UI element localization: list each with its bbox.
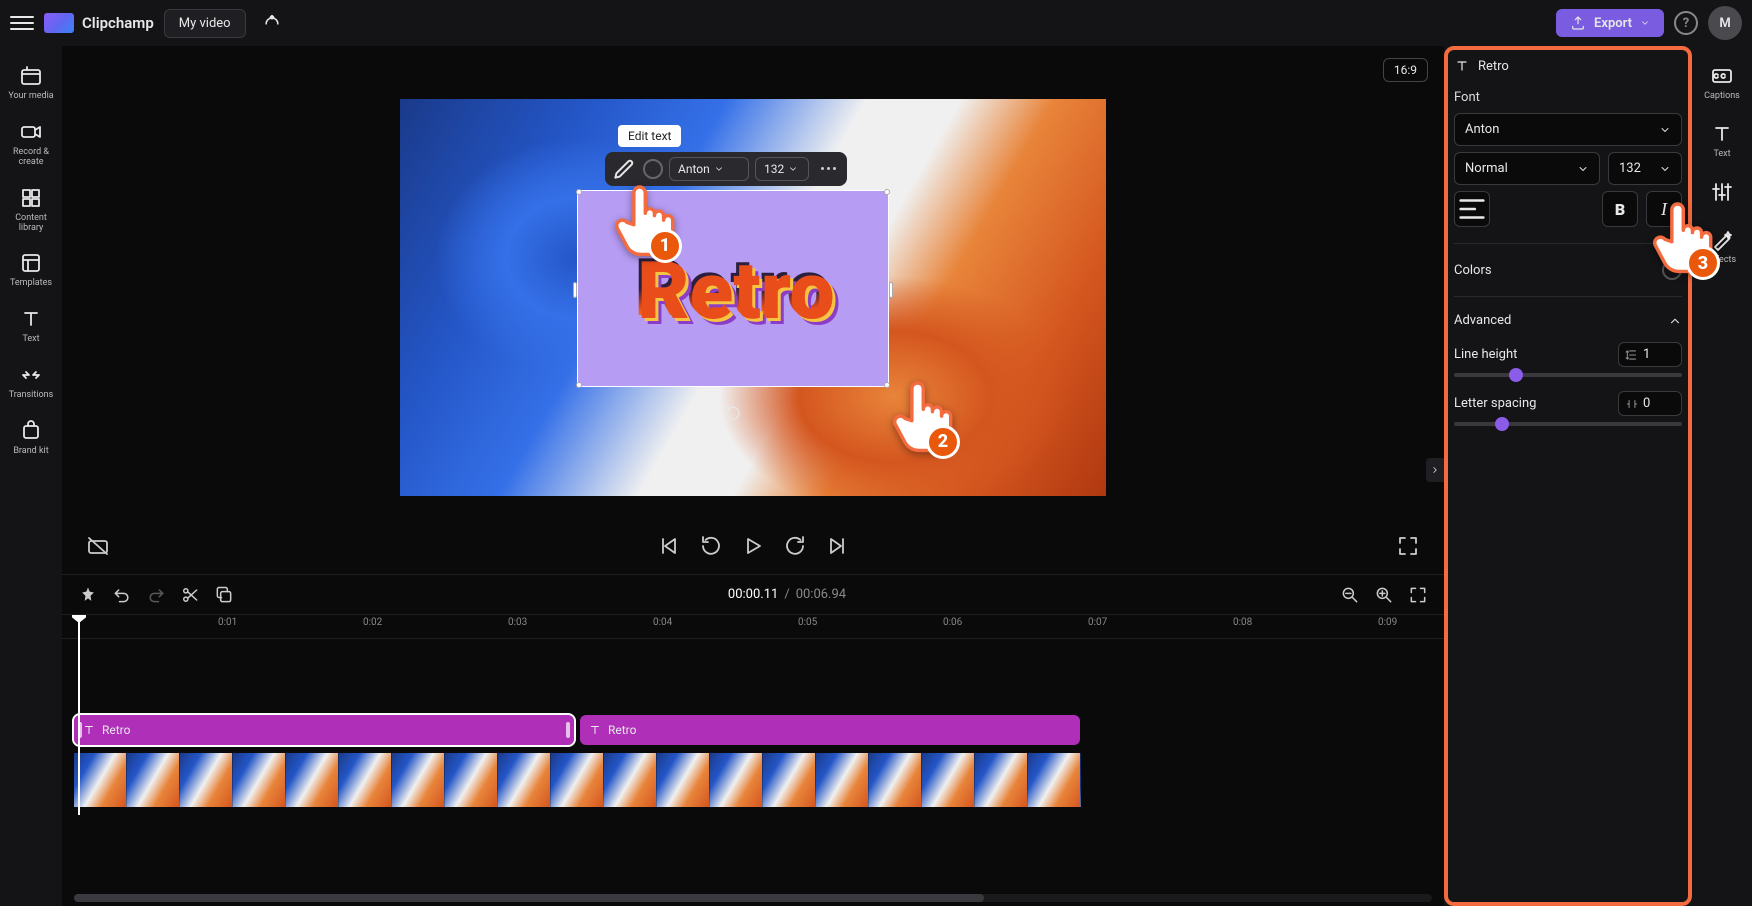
tutorial-hand-1: 1 <box>608 179 678 259</box>
letter-spacing-input[interactable]: 0 <box>1618 391 1682 416</box>
font-size-select[interactable]: 132 <box>1608 152 1682 185</box>
font-weight-select[interactable]: Normal <box>1454 152 1600 185</box>
aspect-ratio-button[interactable]: 16:9 <box>1383 58 1428 82</box>
current-time: 00:00.11 <box>728 587 778 602</box>
more-options-button[interactable] <box>815 156 841 182</box>
left-sidebar: Your media Record & create Content libra… <box>0 46 62 906</box>
resize-handle-tr[interactable] <box>884 189 890 195</box>
resize-handle-tl[interactable] <box>576 189 582 195</box>
font-size-dropdown[interactable]: 132 <box>755 157 809 181</box>
preview-canvas[interactable]: Edit text Anton 132 Retro <box>400 99 1106 496</box>
brand-name: Clipchamp <box>82 14 154 32</box>
line-height-input[interactable]: 1 <box>1618 342 1682 367</box>
letter-spacing-label: Letter spacing <box>1454 396 1536 411</box>
line-height-icon <box>1625 348 1639 362</box>
sidebar-item-captions[interactable]: Captions <box>1692 58 1752 108</box>
export-button[interactable]: Export <box>1556 9 1664 37</box>
sidebar-item-text[interactable]: Text <box>0 301 62 351</box>
forward-button[interactable] <box>783 534 807 558</box>
zoom-in-button[interactable] <box>1374 585 1394 605</box>
menu-button[interactable] <box>10 11 34 35</box>
text-clip-2[interactable]: Retro <box>580 715 1080 745</box>
brand-logo-icon <box>44 13 74 33</box>
resize-handle-mr[interactable] <box>889 282 893 298</box>
text-icon <box>588 723 602 737</box>
user-avatar[interactable]: M <box>1708 6 1742 40</box>
sidebar-item-content-library[interactable]: Content library <box>0 180 62 240</box>
letter-spacing-icon <box>1625 397 1639 411</box>
tutorial-hand-2: 2 <box>886 375 956 455</box>
timeline[interactable]: 0:01 0:02 0:03 0:04 0:05 0:06 0:07 0:08 … <box>62 614 1444 906</box>
align-button[interactable] <box>1454 191 1490 227</box>
sidebar-item-transitions[interactable]: Transitions <box>0 357 62 407</box>
colors-label: Colors <box>1454 263 1492 278</box>
fit-button[interactable] <box>1408 585 1428 605</box>
sidebar-item-record[interactable]: Record & create <box>0 114 62 174</box>
font-family-select[interactable]: Anton <box>1454 113 1682 146</box>
rewind-button[interactable] <box>699 534 723 558</box>
fullscreen-button[interactable] <box>1396 534 1420 558</box>
undo-button[interactable] <box>112 585 132 605</box>
clip-trim-right[interactable] <box>566 722 570 738</box>
text-color-swatch[interactable] <box>643 159 663 179</box>
font-family-dropdown[interactable]: Anton <box>669 157 749 181</box>
redo-button[interactable] <box>146 585 166 605</box>
rotate-handle[interactable] <box>724 404 742 426</box>
sidebar-item-templates[interactable]: Templates <box>0 245 62 295</box>
split-button[interactable] <box>180 585 200 605</box>
advanced-toggle[interactable]: Advanced <box>1454 313 1682 328</box>
sidebar-item-brand-kit[interactable]: Brand kit <box>0 413 62 463</box>
help-button[interactable]: ? <box>1674 11 1698 35</box>
font-section-label: Font <box>1454 90 1682 105</box>
edit-text-tooltip: Edit text <box>618 125 681 147</box>
export-label: Export <box>1594 16 1632 31</box>
skip-back-button[interactable] <box>657 534 681 558</box>
timeline-ruler[interactable]: 0:01 0:02 0:03 0:04 0:05 0:06 0:07 0:08 … <box>62 615 1444 639</box>
letter-spacing-slider[interactable] <box>1454 422 1682 426</box>
playhead[interactable] <box>78 614 80 815</box>
bold-button[interactable]: B <box>1602 191 1638 227</box>
play-button[interactable] <box>741 534 765 558</box>
line-height-slider[interactable] <box>1454 373 1682 377</box>
text-icon <box>82 723 96 737</box>
sidebar-item-your-media[interactable]: Your media <box>0 58 62 108</box>
tutorial-hand-3: 3 <box>1646 196 1716 276</box>
right-sidebar: Captions Text Effects <box>1692 46 1752 906</box>
timeline-scrollbar[interactable] <box>74 894 1432 902</box>
resize-handle-bl[interactable] <box>576 382 582 388</box>
line-height-label: Line height <box>1454 347 1517 362</box>
resize-handle-ml[interactable] <box>573 282 577 298</box>
video-track[interactable] <box>74 753 1432 807</box>
zoom-out-button[interactable] <box>1340 585 1360 605</box>
text-clip-1[interactable]: Retro <box>74 715 574 745</box>
panel-expand-button[interactable] <box>1426 458 1444 482</box>
brand[interactable]: Clipchamp <box>44 13 154 33</box>
save-status-icon <box>262 13 282 33</box>
panel-title: Retro <box>1454 58 1682 74</box>
project-name-tab[interactable]: My video <box>164 9 246 38</box>
sidebar-item-text-props[interactable]: Text <box>1692 116 1752 166</box>
auto-button[interactable] <box>78 585 98 605</box>
total-duration: 00:06.94 <box>796 587 846 602</box>
toggle-audio-button[interactable] <box>86 534 110 558</box>
properties-panel: Retro Font Anton Normal 132 B I <box>1444 46 1692 906</box>
copy-button[interactable] <box>214 585 234 605</box>
skip-forward-button[interactable] <box>825 534 849 558</box>
